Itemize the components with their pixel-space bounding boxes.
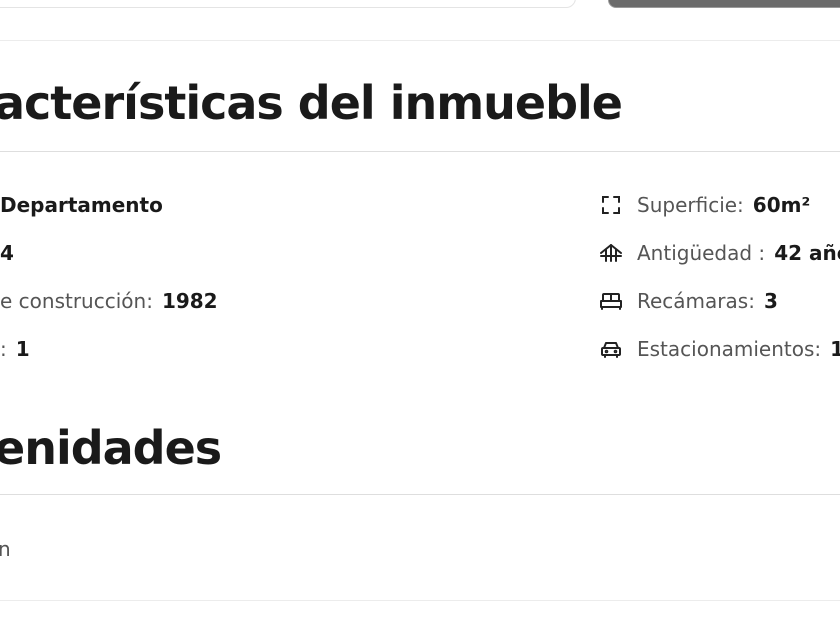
feature-bedrooms: Recámaras: 3 [599,288,778,314]
bottom-divider [0,600,840,601]
amenities-divider [0,494,840,495]
feature-label: Recámaras: [637,289,755,313]
feature-value: 60m² [752,193,811,217]
bed-icon [599,289,623,313]
feature-property-type: Departamento [0,192,163,218]
features-divider [0,151,840,152]
feature-area: Superficie: 60m² [599,192,810,218]
top-divider [0,40,840,41]
car-icon [599,337,623,361]
feature-label: Antigüedad : [637,241,766,265]
feature-value: 1982 [161,289,218,313]
feature-bathrooms: : 1 [0,336,30,362]
feature-label: : [0,337,7,361]
feature-floor: 4 [0,240,14,266]
amenity-item: n [0,536,11,562]
property-details-page: acterísticas del inmueble Departamento 4… [0,0,840,630]
feature-value: 3 [763,289,778,313]
feature-value: 42 año [774,241,840,265]
feature-label: Estacionamientos: [637,337,822,361]
feature-value: Departamento [0,193,163,217]
property-photo-thumbnail[interactable] [608,0,840,8]
amenities-title: enidades [0,421,222,475]
feature-value: 1 [830,337,840,361]
feature-label: Superficie: [637,193,744,217]
feature-age: Antigüedad : 42 año [599,240,840,266]
area-icon [599,193,623,217]
amenity-label: n [0,537,11,561]
feature-label: e construcción: [0,289,153,313]
house-age-icon [599,241,623,265]
feature-construction-year: e construcción: 1982 [0,288,218,314]
feature-value: 1 [15,337,30,361]
feature-value: 4 [0,241,14,265]
feature-parking: Estacionamientos: 1 [599,336,840,362]
search-field[interactable] [0,0,576,8]
features-title: acterísticas del inmueble [0,76,623,130]
